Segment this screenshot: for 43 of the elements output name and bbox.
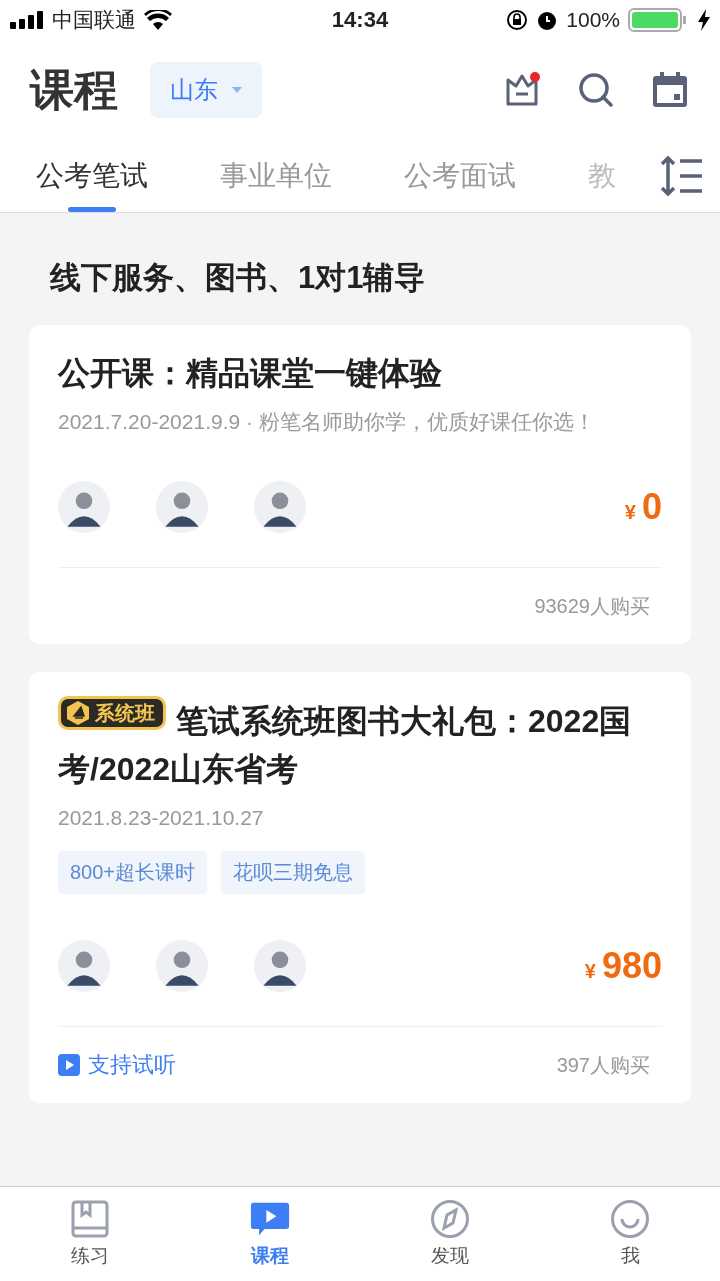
course-tag: 800+超长课时	[58, 851, 208, 894]
alarm-icon	[536, 9, 559, 31]
wifi-icon	[144, 10, 172, 30]
calendar-icon[interactable]	[650, 70, 690, 110]
search-icon[interactable]	[576, 70, 616, 110]
course-tag: 花呗三期免息	[221, 851, 366, 894]
course-card[interactable]: 公开课：精品课堂一键体验 2021.7.20-2021.9.9 · 粉笔名师助你学，优质好课任你选！ ¥ 0 93629人购买	[29, 325, 691, 644]
battery-percent: 100%	[566, 8, 620, 32]
course-subtitle: 2021.7.20-2021.9.9 · 粉笔名师助你学，优质好课任你选！	[58, 409, 596, 435]
course-price: ¥ 0	[624, 486, 662, 528]
nav-tab[interactable]: 课程	[180, 1187, 360, 1281]
course-subtitle: 2021.8.23-2021.10.27	[58, 805, 265, 831]
nav-tab[interactable]: 练习	[0, 1187, 180, 1281]
course-card[interactable]: 系统班 笔试系统班图书大礼包：2022国考/2022山东省考 2021.8.23-2021.10.27 800+超长课时 花呗三期免息 ¥ 980 支持试听 397人购买	[29, 672, 691, 1103]
category-tab[interactable]: 公考笔试	[36, 140, 148, 212]
course-title: 系统班 笔试系统班图书大礼包：2022国考/2022山东省考	[58, 696, 662, 793]
charging-icon	[698, 9, 710, 31]
caret-icon	[232, 87, 242, 93]
course-title: 公开课：精品课堂一键体验	[58, 354, 443, 393]
compass-icon	[430, 1199, 470, 1239]
carrier-name: 中国联通	[52, 7, 136, 33]
nav-tab[interactable]: 发现	[360, 1187, 540, 1281]
avatar	[254, 940, 306, 992]
clock-time: 14:34	[331, 7, 389, 33]
trial-link[interactable]: 支持试听	[58, 1050, 176, 1080]
avatar	[254, 481, 306, 533]
smile-icon	[610, 1199, 650, 1239]
page-title: 课程	[30, 63, 118, 116]
rotation-lock-icon	[506, 9, 529, 31]
play-icon	[58, 1054, 80, 1076]
buyer-count: 93629人购买	[534, 593, 651, 619]
avatar	[58, 481, 110, 533]
avatar	[156, 481, 208, 533]
course-price: ¥ 980	[584, 945, 662, 987]
signal-icon	[10, 11, 44, 29]
avatar	[58, 940, 110, 992]
sort-icon[interactable]	[660, 156, 704, 196]
nav-tab[interactable]: 我	[540, 1187, 720, 1281]
section-heading: 线下服务、图书、1对1辅导	[49, 259, 427, 297]
avatar	[156, 940, 208, 992]
book-icon	[70, 1199, 110, 1239]
course-badge: 系统班	[58, 696, 166, 730]
buyer-count: 397人购买	[556, 1052, 651, 1078]
